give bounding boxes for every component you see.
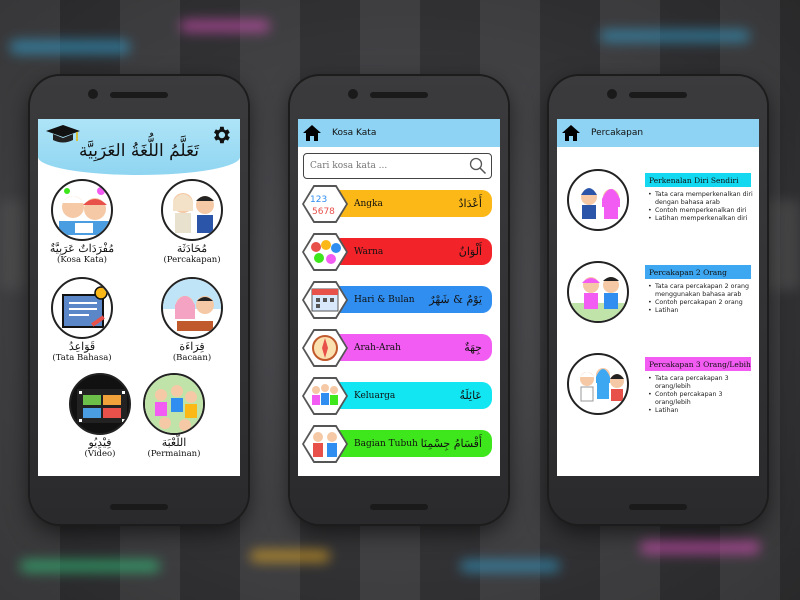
convo-point: Contoh percakapan 2 orang	[647, 299, 755, 307]
category-angka[interactable]: Angka أَعْدَادٌ 123 5678	[302, 185, 492, 223]
app-title: تَعَلَّمُ اللُّغَةُ العَرَبِيَّة	[79, 141, 199, 161]
category-label: Warna	[354, 246, 384, 257]
category-bagian-tubuh[interactable]: Bagian Tubuh أَقْسَامُ جِسْمِنَا	[302, 425, 492, 463]
phone-kosa-kata: Kosa Kata Angka أَعْدَادٌ 123 5678 Warna …	[290, 76, 508, 524]
menu-video[interactable]: فِيْدِيُو (Video)	[64, 373, 136, 459]
category-bar: Angka أَعْدَادٌ	[332, 190, 492, 217]
category-label: Arah-Arah	[354, 342, 401, 353]
convo-tag[interactable]: Percakapan 3 Orang/Lebih	[645, 357, 751, 371]
speaker	[110, 92, 168, 98]
convo-tag[interactable]: Percakapan 2 Orang	[645, 265, 751, 279]
category-keluarga[interactable]: Keluarga عَائِلَةٌ	[302, 377, 492, 415]
category-label-ar: أَلْوَانٌ	[458, 245, 482, 258]
kosa-kata-illustration	[51, 179, 113, 241]
page-title: Kosa Kata	[332, 128, 377, 138]
category-label: Hari & Bulan	[354, 294, 415, 305]
convo-point: Contoh memperkenalkan diri	[647, 207, 755, 215]
svg-text:5678: 5678	[312, 207, 335, 217]
menu-label-ar: قِرَاءَة	[179, 340, 205, 353]
bottom-speaker	[370, 504, 428, 510]
convo-points: Tata cara memperkenalkan diri dengan bah…	[647, 191, 755, 223]
home-icon[interactable]	[302, 124, 322, 142]
menu-label-lat: (Tata Bahasa)	[52, 353, 112, 363]
bottom-speaker	[629, 504, 687, 510]
category-hari-bulan[interactable]: Hari & Bulan يَوْمٌ & شَهْرٌ	[302, 281, 492, 319]
convo-item-perkenalan: Perkenalan Diri Sendiri Tata cara memper…	[557, 169, 759, 249]
menu-label-lat: (Kosa Kata)	[57, 255, 107, 265]
page-title: Percakapan	[591, 128, 644, 138]
kosa-kata-screen: Kosa Kata Angka أَعْدَادٌ 123 5678 Warna …	[298, 119, 500, 476]
menu-bacaan[interactable]: قِرَاءَة (Bacaan)	[156, 277, 228, 363]
category-label-ar: عَائِلَةٌ	[459, 389, 482, 402]
convo-point: Contoh percakapan 3 orang/lebih	[647, 391, 755, 407]
category-label: Angka	[354, 198, 383, 209]
speaker	[370, 92, 428, 98]
category-bar: Bagian Tubuh أَقْسَامُ جِسْمِنَا	[332, 430, 492, 457]
category-label: Keluarga	[354, 390, 396, 401]
convo-points: Tata cara percakapan 3 orang/lebih Conto…	[647, 375, 755, 415]
convo-tag[interactable]: Perkenalan Diri Sendiri	[645, 173, 751, 187]
home-menu-grid: مُفْرَدَاتٌ عَرَبِيَّةٌ (Kosa Kata) مُحَ…	[38, 177, 240, 476]
phone-percakapan: Percakapan Perkenalan Diri Sendiri Tata …	[549, 76, 767, 524]
svg-text:123: 123	[310, 195, 327, 205]
category-arah-arah[interactable]: Arah-Arah جِهَةٌ	[302, 329, 492, 367]
convo-point: Tata cara memperkenalkan diri dengan bah…	[647, 191, 755, 207]
category-bar: Warna أَلْوَانٌ	[332, 238, 492, 265]
convo-item-2-orang: Percakapan 2 Orang Tata cara percakapan …	[557, 261, 759, 341]
menu-permainan[interactable]: اللُّعْبَة (Permainan)	[138, 373, 210, 459]
menu-label-ar: قَوَاعِدُ	[68, 340, 96, 353]
convo-point: Latihan	[647, 407, 755, 415]
convo-point: Latihan	[647, 307, 755, 315]
menu-label-lat: (Bacaan)	[172, 353, 212, 363]
convo-illustration[interactable]	[567, 169, 629, 231]
menu-label-ar: مُفْرَدَاتٌ عَرَبِيَّةٌ	[49, 242, 115, 255]
percakapan-screen: Percakapan Perkenalan Diri Sendiri Tata …	[557, 119, 759, 476]
category-label-ar: أَقْسَامُ جِسْمِنَا	[420, 437, 482, 450]
front-camera	[348, 89, 358, 99]
menu-label-ar: مُحَادَثَة	[176, 242, 208, 255]
convo-point: Latihan memperkenalkan diri	[647, 215, 755, 223]
category-bar: Hari & Bulan يَوْمٌ & شَهْرٌ	[332, 286, 492, 313]
category-label: Bagian Tubuh	[354, 438, 418, 449]
category-warna[interactable]: Warna أَلْوَانٌ	[302, 233, 492, 271]
search-icon[interactable]	[469, 157, 487, 175]
bacaan-illustration	[161, 277, 223, 339]
front-camera	[88, 89, 98, 99]
tata-bahasa-illustration	[51, 277, 113, 339]
menu-label-lat: (Percakapan)	[163, 255, 221, 265]
convo-point: Tata cara percakapan 2 orang menggunakan…	[647, 283, 755, 299]
menu-kosa-kata[interactable]: مُفْرَدَاتٌ عَرَبِيَّةٌ (Kosa Kata)	[46, 179, 118, 265]
home-icon[interactable]	[561, 124, 581, 142]
menu-label-ar: فِيْدِيُو	[88, 436, 112, 449]
app-bar: Percakapan	[557, 119, 759, 147]
permainan-illustration	[143, 373, 205, 435]
menu-label-lat: (Permainan)	[147, 449, 201, 459]
speaker	[629, 92, 687, 98]
menu-label-ar: اللُّعْبَة	[161, 436, 187, 449]
convo-points: Tata cara percakapan 2 orang menggunakan…	[647, 283, 755, 315]
bottom-speaker	[110, 504, 168, 510]
video-illustration	[69, 373, 131, 435]
category-bar: Keluarga عَائِلَةٌ	[332, 382, 492, 409]
phone-home: تَعَلَّمُ اللُّغَةُ العَرَبِيَّة مُفْرَد…	[30, 76, 248, 524]
menu-percakapan[interactable]: مُحَادَثَة (Percakapan)	[156, 179, 228, 265]
front-camera	[607, 89, 617, 99]
menu-tata-bahasa[interactable]: قَوَاعِدُ (Tata Bahasa)	[46, 277, 118, 363]
category-label-ar: أَعْدَادٌ	[458, 197, 482, 210]
convo-illustration[interactable]	[567, 353, 629, 415]
menu-label-lat: (Video)	[84, 449, 116, 459]
convo-item-3-orang: Percakapan 3 Orang/Lebih Tata cara perca…	[557, 353, 759, 433]
category-label-ar: يَوْمٌ & شَهْرٌ	[429, 293, 482, 306]
category-bar: Arah-Arah جِهَةٌ	[332, 334, 492, 361]
percakapan-illustration	[161, 179, 223, 241]
home-screen: تَعَلَّمُ اللُّغَةُ العَرَبِيَّة مُفْرَد…	[38, 119, 240, 476]
search-box	[303, 153, 492, 179]
category-label-ar: جِهَةٌ	[464, 341, 482, 354]
search-input[interactable]	[310, 161, 469, 171]
convo-illustration[interactable]	[567, 261, 629, 323]
app-bar: Kosa Kata	[298, 119, 500, 147]
convo-point: Tata cara percakapan 3 orang/lebih	[647, 375, 755, 391]
